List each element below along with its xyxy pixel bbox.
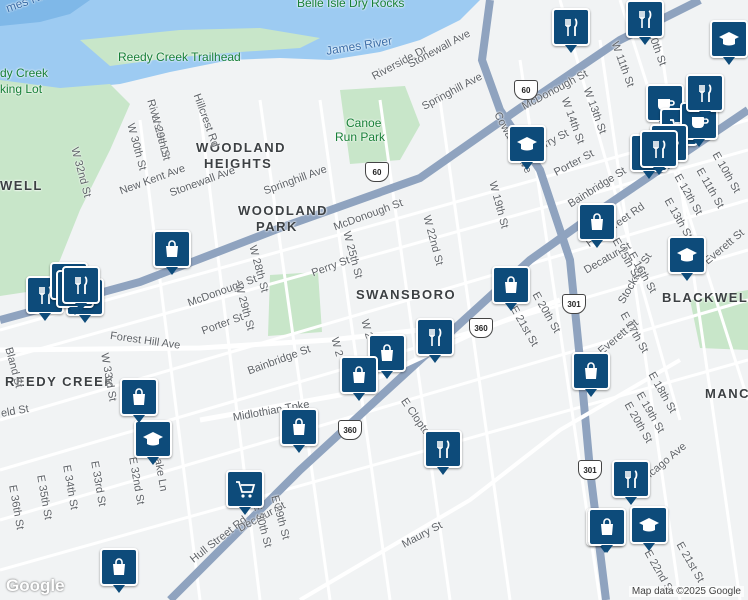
- route-301-shield-1: 301: [562, 294, 586, 314]
- restaurant-icon: [699, 84, 712, 102]
- shopping-icon: [133, 388, 145, 405]
- shopping-pin[interactable]: [153, 230, 191, 275]
- restaurant-icon: [565, 18, 578, 36]
- school-pin[interactable]: [630, 506, 668, 551]
- route-360-shield-2: 360: [469, 318, 493, 338]
- school-icon: [719, 32, 739, 46]
- google-logo: Google: [6, 576, 65, 595]
- poi-canoe-run-park-line2[interactable]: Run Park: [335, 130, 385, 144]
- restaurant-pin[interactable]: [62, 266, 100, 311]
- area-well: WELL: [0, 178, 43, 193]
- restaurant-icon: [75, 276, 88, 294]
- school-pin[interactable]: [508, 125, 546, 170]
- area-woodland-park-line1: WOODLAND: [238, 203, 328, 218]
- area-swansboro: SWANSBORO: [356, 287, 457, 302]
- school-icon: [143, 432, 163, 446]
- restaurant-icon: [437, 440, 450, 458]
- grocery-pin[interactable]: [226, 470, 264, 515]
- poi-parking-lot[interactable]: king Lot: [0, 82, 42, 96]
- poi-belle-isle[interactable]: Belle Isle Dry Rocks: [297, 0, 404, 10]
- school-pin[interactable]: [668, 236, 706, 281]
- shopping-icon: [505, 276, 517, 293]
- school-pin[interactable]: [134, 420, 172, 465]
- shopping-pin[interactable]: [572, 352, 610, 397]
- restaurant-icon: [639, 10, 652, 28]
- route-60-shield-1: 60: [365, 162, 389, 182]
- map-canvas[interactable]: WOODLAND HEIGHTS WOODLAND PARK SWANSBORO…: [0, 0, 748, 600]
- restaurant-icon: [653, 140, 666, 158]
- shopping-icon: [591, 213, 603, 230]
- restaurant-pin[interactable]: [640, 130, 678, 175]
- restaurant-pin[interactable]: [552, 8, 590, 53]
- shopping-icon: [353, 366, 365, 383]
- area-woodland-heights-line2: HEIGHTS: [204, 156, 273, 171]
- restaurant-pin[interactable]: [612, 460, 650, 505]
- restaurant-pin[interactable]: [416, 318, 454, 363]
- shopping-icon: [601, 518, 613, 535]
- area-manchester: MANC: [705, 386, 748, 401]
- poi-canoe-run-park-line1[interactable]: Canoe: [346, 116, 381, 130]
- school-icon: [517, 137, 537, 151]
- shopping-icon: [166, 240, 178, 257]
- route-60-shield-2: 60: [514, 80, 538, 100]
- restaurant-pin[interactable]: [686, 74, 724, 119]
- school-pin[interactable]: [710, 20, 748, 65]
- shopping-pin[interactable]: [588, 508, 626, 553]
- shopping-pin[interactable]: [280, 408, 318, 453]
- route-360-shield-1: 360: [338, 420, 362, 440]
- poi-reedy-creek-line1[interactable]: dy Creek: [0, 66, 48, 80]
- poi-reedy-creek-trailhead[interactable]: Reedy Creek Trailhead: [118, 50, 241, 64]
- shopping-pin[interactable]: [100, 548, 138, 593]
- shopping-pin[interactable]: [120, 378, 158, 423]
- restaurant-pin[interactable]: [626, 0, 664, 45]
- school-icon: [677, 248, 697, 262]
- school-icon: [639, 518, 659, 532]
- area-blackwell: BLACKWELL: [662, 290, 748, 305]
- restaurant-pin[interactable]: [424, 430, 462, 475]
- restaurant-icon: [429, 328, 442, 346]
- map-attribution[interactable]: Map data ©2025 Google: [628, 586, 744, 597]
- shopping-icon: [585, 362, 597, 379]
- shopping-pin[interactable]: [578, 203, 616, 248]
- route-301-shield-2: 301: [578, 460, 602, 480]
- shopping-pin[interactable]: [340, 356, 378, 401]
- shopping-icon: [113, 558, 125, 575]
- grocery-icon: [236, 481, 256, 498]
- restaurant-icon: [625, 470, 638, 488]
- shopping-icon: [293, 418, 305, 435]
- shopping-pin[interactable]: [492, 266, 530, 311]
- shopping-icon: [381, 344, 393, 361]
- area-woodland-park-line2: PARK: [256, 219, 298, 234]
